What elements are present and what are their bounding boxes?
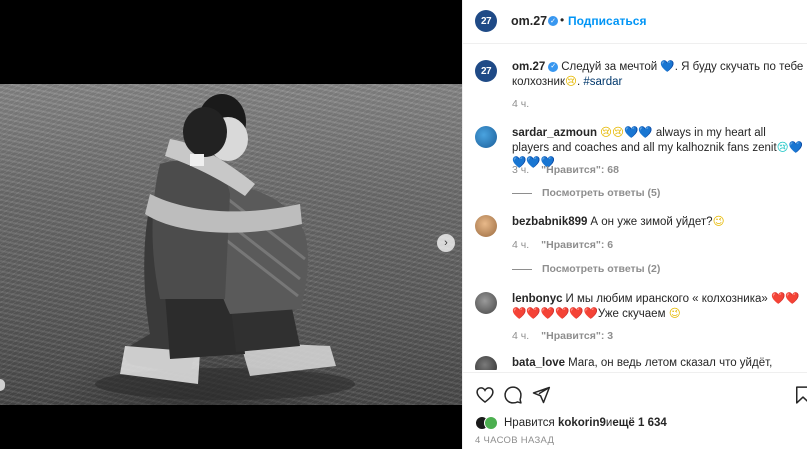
verified-badge-icon: ✓ (548, 61, 559, 72)
commenter-avatar[interactable] (475, 356, 497, 370)
author-username[interactable]: om.27 (511, 14, 547, 28)
comment-text: bata_love Мага, он ведь летом сказал что … (512, 356, 806, 370)
commenter-avatar[interactable] (475, 292, 497, 314)
post-media: › (0, 0, 462, 449)
caption: 27 om.27 ✓ Следуй за мечтой 💙. Я буду скуч… (475, 60, 807, 130)
comment-time[interactable]: 4 ч. (512, 330, 529, 342)
comment-body-2: Уже скучаем (597, 308, 669, 320)
post-photo (0, 84, 462, 405)
author-avatar[interactable]: 27 (475, 10, 497, 32)
comment-body: Мага, он ведь летом сказал что уйдёт, (568, 357, 773, 369)
commenter-avatar[interactable] (475, 126, 497, 148)
comment-likes[interactable]: "Нравится": 6 (541, 239, 613, 251)
likes-user[interactable]: kokorin9 (558, 417, 606, 429)
comment-username[interactable]: bata_love (512, 357, 565, 369)
view-replies-label: Посмотреть ответы (2) (542, 263, 661, 275)
comment-likes[interactable]: "Нравится": 3 (541, 330, 613, 342)
comment-meta: 4 ч. "Нравится": 3 (512, 330, 625, 342)
caption-author-avatar[interactable]: 27 (475, 60, 497, 82)
comment-item: bezbabnik899 А он уже зимой уйдет?😉 4 ч. "… (475, 215, 807, 285)
comment-body: И мы любим иранского « колхозника» (565, 293, 771, 305)
caption-time[interactable]: 4 ч. (512, 98, 529, 110)
comment-item: lenbonyc И мы любим иранского « колхозник… (475, 292, 807, 352)
replies-line (512, 268, 532, 270)
bookmark-icon[interactable] (793, 385, 807, 405)
post-timestamp[interactable]: 4 ЧАСОВ НАЗАД (475, 435, 554, 446)
comment-emoji: 😢😢💙💙 (600, 127, 653, 139)
verified-badge-icon: ✓ (548, 16, 558, 26)
post-actions: Нравится kokorin9 и ещё 1 634 4 ЧАСОВ НА… (463, 372, 807, 449)
caption-text-part1: Следуй за мечтой (561, 61, 661, 73)
post-panel: 27 om.27 ✓ • Подписаться 27 om.27 ✓ Следуй… (462, 0, 807, 449)
likes-prefix: Нравится (504, 417, 555, 429)
liker-avatar (484, 416, 498, 430)
paper-plane-icon[interactable] (531, 385, 551, 405)
view-replies-label: Посмотреть ответы (5) (542, 187, 661, 199)
follow-separator: • (560, 13, 565, 27)
caption-text: om.27 ✓ Следуй за мечтой 💙. Я буду скучать… (512, 60, 806, 90)
comment-time[interactable]: 3 ч. (512, 164, 529, 176)
comment-likes[interactable]: "Нравится": 68 (541, 164, 619, 176)
comment-username[interactable]: lenbonyc (512, 293, 562, 305)
blue-heart-emoji: 💙 (660, 61, 675, 73)
commenter-avatar[interactable] (475, 215, 497, 237)
follow-button[interactable]: Подписаться (568, 14, 646, 28)
comments-list[interactable]: 27 om.27 ✓ Следуй за мечтой 💙. Я буду скуч… (463, 44, 807, 370)
caption-meta: 4 ч. (512, 98, 541, 110)
likes-summary: Нравится kokorin9 и ещё 1 634 (475, 416, 667, 430)
comment-time[interactable]: 4 ч. (512, 239, 529, 251)
photo-figures (95, 94, 355, 400)
comment-emoji: 😉 (668, 308, 681, 320)
post-header: 27 om.27 ✓ • Подписаться (463, 0, 807, 44)
comment-meta: 4 ч. "Нравится": 6 (512, 239, 625, 251)
comment-bubble-icon[interactable] (503, 385, 523, 405)
comment-body: А он уже зимой уйдет? (590, 216, 713, 228)
comment-emoji: 😉 (712, 216, 725, 228)
comment-username[interactable]: sardar_azmoun (512, 127, 597, 139)
comment-username[interactable]: bezbabnik899 (512, 216, 587, 228)
comment-item: bata_love Мага, он ведь летом сказал что … (475, 356, 807, 370)
comment-item: sardar_azmoun 😢😢💙💙 always in my heart all… (475, 126, 807, 206)
crying-face-emoji: 😢 (564, 76, 577, 88)
likes-count[interactable]: ещё 1 634 (612, 417, 666, 429)
view-replies-button[interactable]: Посмотреть ответы (2) (512, 263, 660, 275)
avatar-logo-text: 27 (480, 65, 492, 77)
replies-line (512, 192, 532, 194)
view-replies-button[interactable]: Посмотреть ответы (5) (512, 187, 660, 199)
comment-text: lenbonyc И мы любим иранского « колхозник… (512, 292, 806, 322)
chevron-right-icon: › (444, 236, 448, 249)
avatar-logo-text: 27 (480, 15, 492, 27)
carousel-next-button[interactable]: › (437, 234, 455, 252)
comment-text: bezbabnik899 А он уже зимой уйдет?😉 (512, 215, 806, 230)
caption-hashtag[interactable]: #sardar (583, 76, 622, 88)
comment-meta: 3 ч. "Нравится": 68 (512, 164, 631, 176)
caption-username[interactable]: om.27 (512, 61, 545, 73)
heart-icon[interactable] (475, 385, 495, 405)
